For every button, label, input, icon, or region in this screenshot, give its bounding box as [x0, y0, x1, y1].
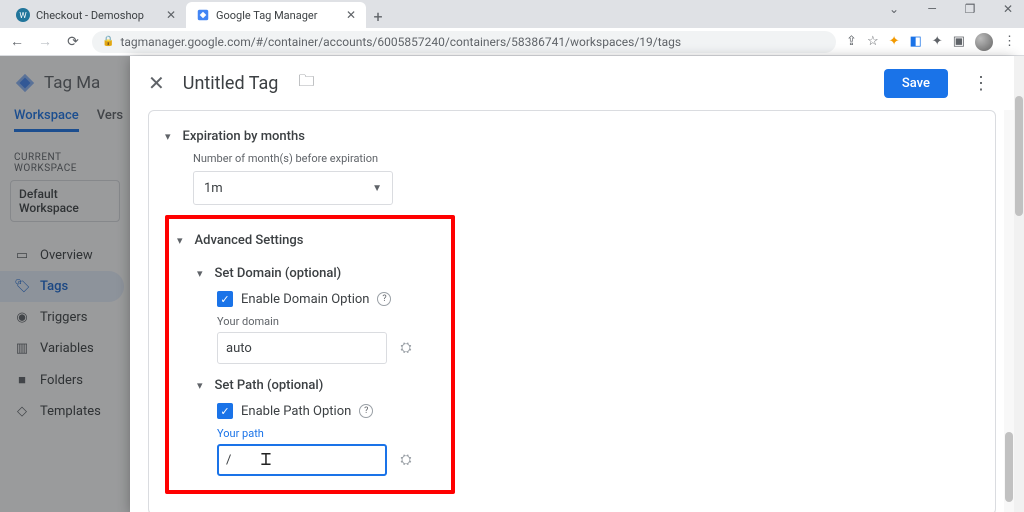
- extension-icon[interactable]: ◧: [910, 34, 922, 49]
- address-bar-row: ← → ⟳ 🔒 tagmanager.google.com/#/containe…: [0, 28, 1024, 56]
- app-root: Tag Ma Workspace Vers CURRENT WORKSPACE …: [0, 56, 1024, 512]
- extension-icon[interactable]: ✦: [889, 34, 900, 49]
- checkbox-label: Enable Domain Option: [241, 292, 369, 307]
- chevron-down-icon[interactable]: ▾: [197, 267, 203, 280]
- svg-text:W: W: [19, 10, 27, 20]
- variable-picker-icon[interactable]: ⛭: [393, 447, 419, 473]
- reload-button[interactable]: ⟳: [64, 34, 82, 50]
- maximize-icon[interactable]: ❐: [960, 2, 980, 16]
- panel-body: ▾ Expiration by months Number of month(s…: [130, 110, 1014, 512]
- forward-button[interactable]: →: [36, 33, 54, 50]
- close-window-icon[interactable]: ✕: [998, 2, 1018, 16]
- gtm-icon: [196, 8, 210, 22]
- folder-icon[interactable]: 🗀: [298, 70, 314, 97]
- close-icon[interactable]: ✕: [346, 8, 356, 22]
- scrollbar-thumb[interactable]: [1005, 432, 1013, 502]
- star-icon[interactable]: ☆: [867, 34, 879, 49]
- help-icon[interactable]: ?: [377, 292, 391, 306]
- wordpress-icon: W: [16, 8, 30, 22]
- panel-scrollbar[interactable]: [1004, 110, 1014, 512]
- minimize-icon[interactable]: —: [922, 2, 942, 16]
- close-icon[interactable]: ✕: [166, 8, 176, 22]
- tag-editor-panel: ✕ Untitled Tag 🗀 Save ⋮ ▾ Expiration by …: [130, 56, 1014, 512]
- tab-title: Google Tag Manager: [216, 9, 340, 22]
- chevron-down-icon[interactable]: ⌄: [884, 2, 904, 16]
- section-title: Advanced Settings: [195, 233, 304, 248]
- url-text: tagmanager.google.com/#/container/accoun…: [120, 35, 681, 49]
- expiration-section-header[interactable]: ▾ Expiration by months: [165, 125, 979, 148]
- set-path-section: ▾ Set Path (optional) ✓ Enable Path Opti…: [197, 374, 443, 476]
- select-value: 1m: [204, 181, 223, 196]
- advanced-settings-header[interactable]: ▾ Advanced Settings: [177, 229, 443, 252]
- path-input-row: ⛭ Ꮖ: [217, 444, 443, 476]
- subsection-title: Set Path (optional): [215, 378, 324, 393]
- section-title: Expiration by months: [183, 129, 305, 144]
- set-domain-header[interactable]: ▾ Set Domain (optional): [197, 262, 443, 285]
- browser-chrome: W Checkout - Demoshop ✕ Google Tag Manag…: [0, 0, 1024, 56]
- expiration-hint: Number of month(s) before expiration: [193, 152, 979, 165]
- extension-icon[interactable]: ▣: [953, 34, 965, 49]
- path-field-label: Your path: [217, 427, 443, 440]
- browser-tab-demoshop[interactable]: W Checkout - Demoshop ✕: [6, 2, 186, 28]
- path-input[interactable]: [217, 444, 387, 476]
- checkbox-label: Enable Path Option: [241, 404, 351, 419]
- browser-tab-gtm[interactable]: Google Tag Manager ✕: [186, 2, 366, 28]
- set-path-header[interactable]: ▾ Set Path (optional): [197, 374, 443, 397]
- tag-title[interactable]: Untitled Tag: [183, 73, 279, 94]
- chevron-down-icon[interactable]: ▾: [197, 379, 203, 392]
- enable-domain-row: ✓ Enable Domain Option ?: [217, 291, 443, 307]
- domain-input[interactable]: [217, 332, 387, 364]
- chevron-down-icon[interactable]: ▾: [177, 234, 183, 247]
- window-controls: ⌄ — ❐ ✕: [884, 2, 1018, 16]
- share-icon[interactable]: ⇪: [846, 34, 857, 49]
- tab-strip: W Checkout - Demoshop ✕ Google Tag Manag…: [0, 0, 1024, 28]
- window-scrollbar[interactable]: [1014, 56, 1024, 512]
- enable-path-checkbox[interactable]: ✓: [217, 403, 233, 419]
- enable-path-row: ✓ Enable Path Option ?: [217, 403, 443, 419]
- chrome-menu-icon[interactable]: ⋮: [1003, 34, 1016, 49]
- more-menu-icon[interactable]: ⋮: [966, 73, 996, 94]
- save-button[interactable]: Save: [884, 69, 948, 98]
- domain-input-row: ⛭: [217, 332, 443, 364]
- enable-domain-checkbox[interactable]: ✓: [217, 291, 233, 307]
- domain-field-label: Your domain: [217, 315, 443, 328]
- chevron-down-icon[interactable]: ▾: [165, 130, 171, 143]
- expiration-select[interactable]: 1m ▼: [193, 171, 393, 205]
- new-tab-button[interactable]: +: [366, 4, 390, 28]
- close-panel-button[interactable]: ✕: [148, 71, 165, 95]
- subsection-title: Set Domain (optional): [215, 266, 342, 281]
- tag-config-card: ▾ Expiration by months Number of month(s…: [148, 110, 996, 512]
- tab-title: Checkout - Demoshop: [36, 9, 160, 22]
- extension-icons: ⇪ ☆ ✦ ◧ ✦ ▣ ⋮: [846, 33, 1016, 51]
- panel-header: ✕ Untitled Tag 🗀 Save ⋮: [130, 56, 1014, 110]
- highlight-annotation: ▾ Advanced Settings ▾ Set Domain (option…: [165, 215, 455, 494]
- caret-down-icon: ▼: [372, 183, 382, 194]
- url-bar[interactable]: 🔒 tagmanager.google.com/#/container/acco…: [92, 31, 836, 53]
- profile-avatar[interactable]: [975, 33, 993, 51]
- lock-icon: 🔒: [102, 36, 114, 47]
- set-domain-section: ▾ Set Domain (optional) ✓ Enable Domain …: [197, 262, 443, 364]
- extensions-puzzle-icon[interactable]: ✦: [932, 34, 943, 49]
- help-icon[interactable]: ?: [359, 404, 373, 418]
- back-button[interactable]: ←: [8, 33, 26, 50]
- variable-picker-icon[interactable]: ⛭: [393, 335, 419, 361]
- scrollbar-thumb[interactable]: [1015, 96, 1023, 216]
